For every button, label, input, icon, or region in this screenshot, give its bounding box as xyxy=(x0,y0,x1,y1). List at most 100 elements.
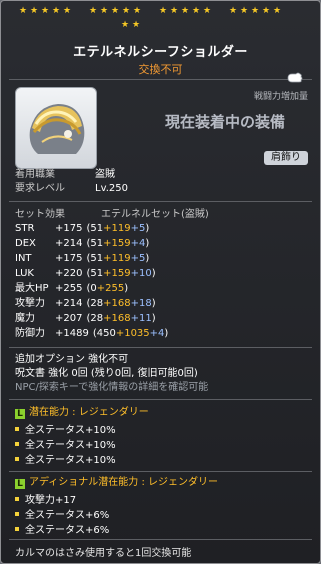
item-title: エテルネルシーフショルダー xyxy=(73,45,248,60)
stat-row: LUK +220 (51+159+10) xyxy=(15,268,156,280)
bullet-icon xyxy=(15,442,19,446)
combat-power-increase-label: 戦闘力増加量 xyxy=(253,92,308,102)
star-icon: ★ xyxy=(181,6,190,16)
potential-line-text: 全ステータス+10% xyxy=(25,425,116,436)
item-tooltip: ★ ★ ★ ★ ★ ★ ★ ★ ★ ★ ★ ★ ★ ★ ★ ★ ★ ★ ★ ★ ★ ★ エテルネルシーフショルダー 交換不… xyxy=(0,0,321,564)
star-icon: ★ xyxy=(52,6,61,16)
stat-base: (450 xyxy=(92,328,116,339)
stat-row: 最大HP +255 (0+255) xyxy=(15,283,128,295)
star-force-row: ★ ★ ★ ★ ★ ★ ★ ★ ★ ★ ★ ★ ★ ★ ★ ★ ★ ★ ★ ★ ★ ★ xyxy=(1,6,320,30)
star-icon: ★ xyxy=(273,6,282,16)
stat-star: +18 xyxy=(130,298,152,309)
legendary-badge-icon: L xyxy=(15,409,25,419)
potential-line: 全ステータス+10% xyxy=(15,440,116,452)
stat-total: +255 xyxy=(55,283,83,294)
stat-name: INT xyxy=(15,253,32,264)
stat-total: +207 xyxy=(55,313,83,324)
stat-name: STR xyxy=(15,223,35,234)
divider xyxy=(9,201,312,202)
stat-base: (28 xyxy=(86,298,104,309)
item-icon-box xyxy=(15,87,97,169)
glove-cursor-icon[interactable] xyxy=(286,71,304,85)
stat-total: +214 xyxy=(55,238,83,249)
job-value: 盗賊 xyxy=(95,169,115,180)
stat-close: ) xyxy=(151,268,156,279)
additional-potential-header: L アディショナル潜在能力 : レジェンダリー xyxy=(15,476,218,490)
star-icon: ★ xyxy=(170,6,179,16)
star-icon: ★ xyxy=(240,6,249,16)
stat-star: +5 xyxy=(130,253,146,264)
stat-close: ) xyxy=(145,238,150,249)
stat-total: +1489 xyxy=(55,328,89,339)
set-effect-label: セット効果 xyxy=(15,209,65,220)
level-value: Lv.250 xyxy=(95,183,128,194)
potential-line: 全ステータス+6% xyxy=(15,510,109,522)
stat-base: (28 xyxy=(86,313,104,324)
potential-line: 攻撃力+17 xyxy=(15,495,76,507)
trade-status: 交換不可 xyxy=(138,63,183,76)
karma-scissors-note: カルマのはさみ使用すると1回交換可能 xyxy=(15,548,192,559)
stat-base: (51 xyxy=(86,268,104,279)
star-icon: ★ xyxy=(30,6,39,16)
stat-total: +214 xyxy=(55,298,83,309)
stat-name: DEX xyxy=(15,238,36,249)
divider xyxy=(9,471,312,472)
stat-name: LUK xyxy=(15,268,34,279)
stat-star: +5 xyxy=(130,223,146,234)
potential-line-text: 全ステータス+6% xyxy=(25,510,110,521)
set-effect-value: エテルネルセット(盗賊) xyxy=(101,209,209,220)
potential-line-text: 全ステータス+6% xyxy=(25,525,110,536)
stat-name: 魔力 xyxy=(15,313,35,324)
bullet-icon xyxy=(15,427,19,431)
level-label: 要求レベル xyxy=(15,183,65,194)
stat-close: ) xyxy=(124,283,129,294)
stat-bonus: +119 xyxy=(103,223,131,234)
stat-star: +10 xyxy=(130,268,152,279)
scroll-upgrade-row: 呪文書 強化 0回 (残り0回, 復旧可能0回) xyxy=(15,368,198,379)
stat-row: 防御力 +1489 (450+1035+4) xyxy=(15,328,168,340)
currently-equipped-label: 現在装着中の装備 xyxy=(165,113,286,131)
stat-base: (51 xyxy=(86,223,104,234)
stat-row: 魔力 +207 (28+168+11) xyxy=(15,313,156,325)
potential-line: 全ステータス+10% xyxy=(15,425,116,437)
stat-bonus: +119 xyxy=(103,253,131,264)
stat-base: (0 xyxy=(86,283,97,294)
job-label: 着用職業 xyxy=(15,169,55,180)
stat-total: +220 xyxy=(55,268,83,279)
set-effect-row: セット効果 エテルネルセット(盗賊) xyxy=(15,209,209,221)
stat-base: (51 xyxy=(86,238,104,249)
bullet-icon xyxy=(15,527,19,531)
slot-badge: 肩飾り xyxy=(264,151,308,165)
level-row: 要求レベル Lv.250 xyxy=(15,183,128,195)
stat-base: (51 xyxy=(86,253,104,264)
stat-star: +4 xyxy=(149,328,165,339)
bullet-icon xyxy=(15,497,19,501)
stat-name: 攻撃力 xyxy=(15,298,45,309)
star-icon: ★ xyxy=(63,6,72,16)
star-icon: ★ xyxy=(133,6,142,16)
legendary-badge-icon: L xyxy=(15,479,25,489)
potential-line: 全ステータス+10% xyxy=(15,455,116,467)
stat-close: ) xyxy=(151,313,156,324)
star-icon: ★ xyxy=(121,20,130,30)
stat-bonus: +159 xyxy=(103,268,131,279)
stat-bonus: +159 xyxy=(103,238,131,249)
star-icon: ★ xyxy=(122,6,131,16)
stat-close: ) xyxy=(145,253,150,264)
star-icon: ★ xyxy=(19,6,28,16)
stat-name: 最大HP xyxy=(15,283,49,294)
star-icon: ★ xyxy=(262,6,271,16)
bullet-icon xyxy=(15,457,19,461)
stat-row: STR +175 (51+119+5) xyxy=(15,223,149,235)
stat-total: +175 xyxy=(55,253,83,264)
stat-row: INT +175 (51+119+5) xyxy=(15,253,149,265)
star-icon: ★ xyxy=(229,6,238,16)
stat-close: ) xyxy=(151,298,156,309)
divider xyxy=(9,399,312,400)
divider xyxy=(9,347,312,348)
stat-star: +4 xyxy=(130,238,146,249)
potential-line-text: 攻撃力+17 xyxy=(25,495,77,506)
star-icon: ★ xyxy=(192,6,201,16)
star-icon: ★ xyxy=(89,6,98,16)
potential-line-text: 全ステータス+10% xyxy=(25,455,116,466)
